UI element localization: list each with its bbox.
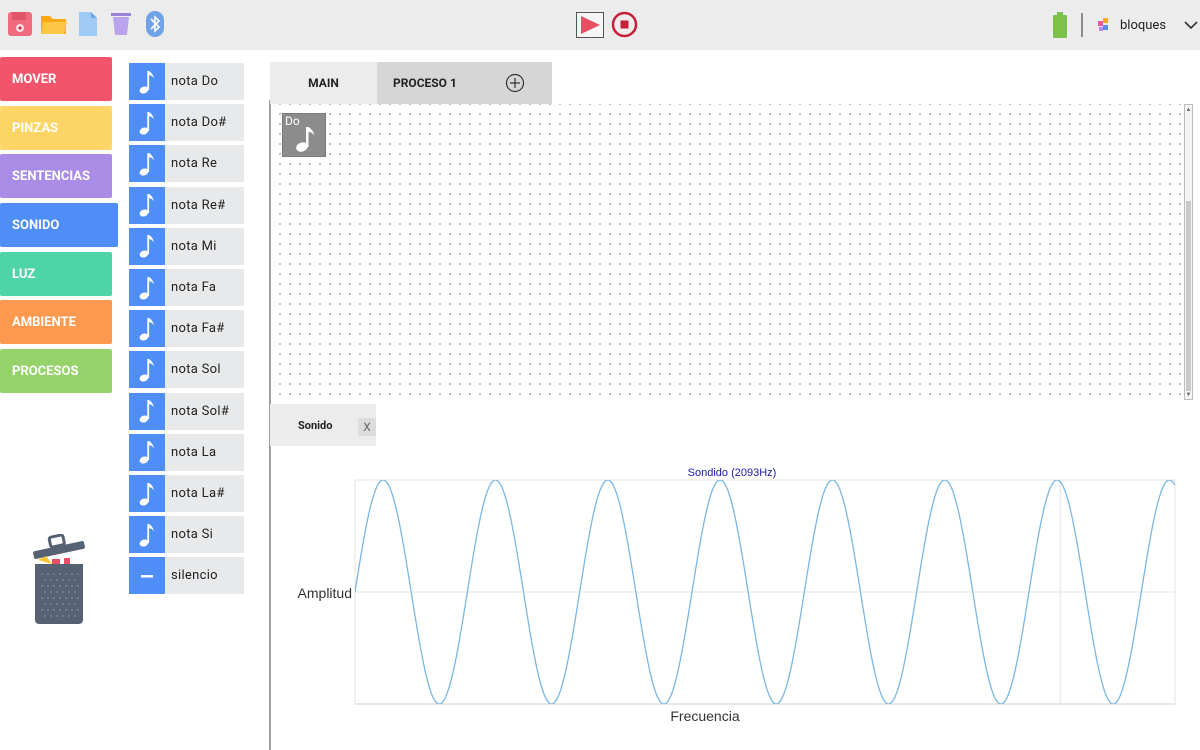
palette-block-label: nota Do# [171, 115, 227, 131]
toolbar-separator [1081, 13, 1083, 37]
waveform-chart: Sondido (2093Hz) Amplitud Frecuencia [298, 467, 1176, 724]
category-sonido[interactable]: SONIDO [0, 203, 118, 247]
sound-close-button[interactable]: X [358, 418, 376, 436]
category-label: MOVER [12, 71, 57, 87]
workspace-scrollbar[interactable]: ▲ ▼ [1184, 104, 1193, 400]
music-note-icon [129, 269, 165, 306]
chevron-down-icon [1184, 21, 1198, 30]
palette-block-note[interactable]: nota Re [129, 145, 244, 183]
music-note-icon [129, 475, 165, 512]
chart-title: Sondido (2093Hz) [688, 467, 777, 479]
stop-button[interactable] [611, 11, 638, 38]
category-procesos[interactable]: PROCESOS [0, 349, 112, 393]
category-label: SENTENCIAS [12, 168, 91, 184]
scroll-down-arrow[interactable]: ▼ [1185, 390, 1192, 399]
palette-block-rest[interactable]: silencio [129, 557, 244, 595]
blocks-icon [1098, 18, 1108, 31]
palette-block-label: nota Mi [171, 238, 217, 254]
music-note-icon [129, 433, 165, 471]
trash-icon[interactable] [107, 10, 135, 38]
tab-main[interactable]: MAIN [270, 62, 377, 104]
play-icon [581, 16, 600, 34]
category-label: AMBIENTE [12, 314, 76, 330]
palette-block-label: nota Re# [171, 197, 226, 213]
palette-block-note[interactable]: nota Mi [129, 227, 244, 265]
palette-block-note[interactable]: nota Fa# [129, 310, 244, 348]
mode-selector[interactable]: bloques [1096, 12, 1200, 38]
category-luz[interactable]: LUZ [0, 252, 112, 296]
palette-block-note[interactable]: nota Sol [129, 351, 244, 389]
tab-proceso-1-label: PROCESO 1 [393, 76, 457, 90]
category-ambiente[interactable]: AMBIENTE [0, 300, 112, 344]
category-mover[interactable]: MOVER [0, 57, 112, 101]
scrollbar-thumb[interactable] [1186, 201, 1191, 391]
play-button[interactable] [576, 12, 604, 38]
workspace-block-note[interactable]: Do [282, 113, 326, 157]
palette-block-label: nota Si [171, 527, 214, 543]
palette-block-note[interactable]: nota Do [129, 63, 244, 100]
bluetooth-icon[interactable] [141, 10, 169, 38]
new-file-icon[interactable] [74, 10, 102, 38]
palette-block-note[interactable]: nota Si [129, 516, 244, 554]
top-toolbar: bloques [0, 0, 1200, 50]
music-note-icon [129, 392, 165, 430]
category-label: SONIDO [12, 217, 60, 233]
category-label: LUZ [12, 266, 36, 282]
scroll-up-arrow[interactable]: ▲ [1185, 105, 1192, 114]
music-note-icon [129, 104, 165, 142]
sound-close-label: X [363, 420, 371, 434]
mode-label: bloques [1120, 17, 1167, 33]
tab-main-label: MAIN [308, 76, 339, 90]
palette-block-note[interactable]: nota La# [129, 475, 244, 512]
music-note-icon [129, 227, 165, 265]
palette-block-note[interactable]: nota Re# [129, 186, 244, 224]
palette-block-label: nota La# [171, 486, 225, 501]
palette-block-label: nota Sol [171, 362, 221, 378]
music-note-icon [296, 127, 315, 152]
music-note-icon [129, 351, 165, 389]
rest-icon [129, 557, 165, 595]
trash-can-icon[interactable] [30, 533, 88, 626]
save-icon[interactable] [6, 10, 34, 38]
palette-block-note[interactable]: nota Fa [129, 269, 244, 306]
palette-block-note[interactable]: nota La [129, 433, 244, 471]
palette-block-label: nota La [171, 444, 217, 460]
palette-block-label: nota Do [171, 74, 219, 89]
category-pinzas[interactable]: PINZAS [0, 106, 112, 150]
folder-open-icon[interactable] [40, 10, 68, 38]
category-sentencias[interactable]: SENTENCIAS [0, 154, 112, 198]
palette-block-label: nota Sol# [171, 403, 230, 419]
x-axis-label: Frecuencia [670, 708, 739, 724]
music-note-icon [129, 63, 165, 100]
sound-tab-label: Sonido [298, 418, 333, 432]
palette-block-label: nota Fa# [171, 321, 225, 337]
music-note-icon [129, 516, 165, 554]
y-axis-label: Amplitud [298, 585, 352, 601]
palette-block-label: nota Re [171, 156, 218, 172]
palette-block-label: silencio [171, 568, 218, 584]
palette-block-note[interactable]: nota Sol# [129, 392, 244, 430]
battery-icon [1052, 12, 1068, 38]
add-tab-icon[interactable] [505, 73, 525, 93]
music-note-icon [129, 186, 165, 224]
stop-icon [611, 11, 638, 38]
palette-block-label: nota Fa [171, 280, 217, 295]
music-note-icon [129, 145, 165, 183]
block-workspace[interactable] [272, 104, 1184, 400]
tab-proceso-1[interactable]: PROCESO 1 [377, 62, 552, 104]
palette-block-note[interactable]: nota Do# [129, 104, 244, 142]
category-label: PROCESOS [12, 363, 79, 379]
music-note-icon [129, 310, 165, 348]
category-label: PINZAS [12, 120, 59, 136]
